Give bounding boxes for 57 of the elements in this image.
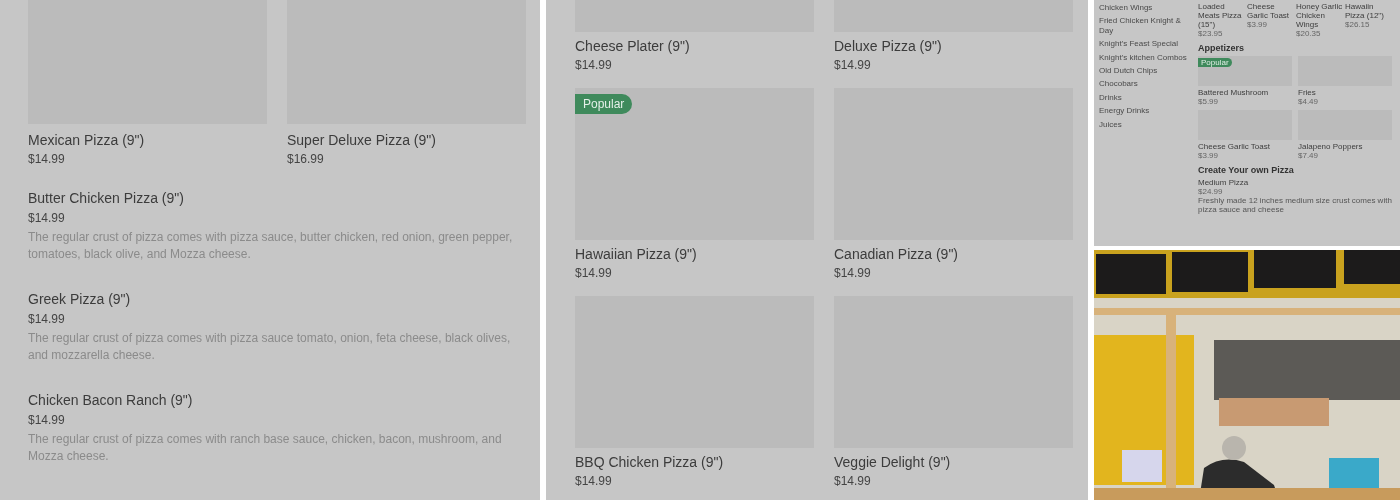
item-price: $3.99	[1247, 20, 1268, 29]
item-name[interactable]: Honey Garlic Chicken Wings	[1296, 2, 1343, 29]
item-name[interactable]: BBQ Chicken Pizza (9")	[575, 452, 724, 472]
item-description: The regular crust of pizza comes with pizza sauce, butter chicken, red onion, green pepper, tomatoes, black olive, and Mozza cheese.	[28, 229, 514, 263]
item-price: $14.99	[28, 210, 65, 227]
item-price: $3.99	[1198, 151, 1219, 160]
category-link[interactable]: Drinks	[1099, 92, 1196, 103]
item-price: $14.99	[834, 265, 871, 282]
item-price: $7.49	[1298, 151, 1319, 160]
item-name[interactable]: Medium Pizza	[1198, 178, 1249, 187]
item-name[interactable]: Canadian Pizza (9")	[834, 244, 959, 264]
item-name[interactable]: Battered Mushroom	[1198, 88, 1269, 97]
item-name[interactable]: Hawaiian Pizza (9")	[575, 244, 697, 264]
item-price: $14.99	[28, 412, 65, 429]
item-name[interactable]: Fries	[1298, 88, 1316, 97]
category-link[interactable]: Fried Chicken Knight & Day	[1099, 16, 1196, 36]
item-name[interactable]: Veggie Delight (9")	[834, 452, 951, 472]
item-price: $4.49	[1298, 97, 1319, 106]
item-name[interactable]: Loaded Meats Pizza (15")	[1198, 2, 1245, 29]
category-link[interactable]: Old Dutch Chips	[1099, 66, 1196, 76]
item-name[interactable]: Chicken Bacon Ranch (9")	[28, 390, 193, 410]
category-link[interactable]: Knight's kitchen Combos	[1099, 52, 1196, 63]
item-price: $24.99	[1198, 187, 1223, 196]
category-link[interactable]: Knight's Feast Special	[1099, 39, 1196, 49]
item-price: $20.35	[1296, 29, 1321, 38]
item-price: $16.99	[287, 151, 324, 168]
category-link[interactable]: Chicken Wings	[1099, 3, 1196, 13]
item-description: Freshly made 12 inches medium size crust comes with pizza sauce and cheese	[1198, 196, 1393, 214]
item-price: $26.15	[1345, 20, 1370, 29]
item-name[interactable]: Cheese Garlic Toast	[1247, 2, 1294, 20]
item-name[interactable]: Butter Chicken Pizza (9")	[28, 188, 184, 208]
popular-badge: Popular	[575, 94, 633, 114]
item-name[interactable]: Super Deluxe Pizza (9")	[287, 130, 436, 150]
category-link[interactable]: Chocobars	[1099, 79, 1196, 89]
category-link[interactable]: Energy Drinks	[1099, 106, 1196, 116]
item-price: $23.95	[1198, 29, 1223, 38]
section-heading: Create Your own Pizza	[1198, 165, 1294, 175]
item-price: $14.99	[575, 473, 612, 490]
item-description: The regular crust of pizza comes with pizza sauce tomato, onion, feta cheese, black olives, and mozzarella cheese.	[28, 330, 512, 364]
item-name[interactable]: Jalapeno Poppers	[1298, 142, 1363, 151]
item-description: The regular crust of pizza comes with ranch base sauce, chicken, bacon, mushroom, and Mozza cheese.	[28, 431, 503, 465]
item-name[interactable]: Hawaiin Pizza (12")	[1345, 2, 1392, 20]
item-price: $5.99	[1198, 97, 1219, 106]
item-name[interactable]: Cheese Garlic Toast	[1198, 142, 1270, 151]
item-price: $14.99	[28, 311, 65, 328]
item-name[interactable]: Greek Pizza (9")	[28, 289, 131, 309]
item-price: $14.99	[28, 151, 65, 168]
category-link[interactable]: Juices	[1099, 119, 1196, 130]
item-price: $14.99	[575, 265, 612, 282]
item-name[interactable]: Mexican Pizza (9")	[28, 130, 145, 150]
section-heading: Appetizers	[1198, 43, 1244, 53]
item-name[interactable]: Cheese Plater (9")	[575, 36, 690, 56]
item-price: $14.99	[575, 57, 612, 74]
item-price: $14.99	[834, 57, 871, 74]
item-price: $14.99	[834, 473, 871, 490]
item-name[interactable]: Deluxe Pizza (9")	[834, 36, 942, 56]
popular-badge: Popular	[1198, 58, 1232, 67]
